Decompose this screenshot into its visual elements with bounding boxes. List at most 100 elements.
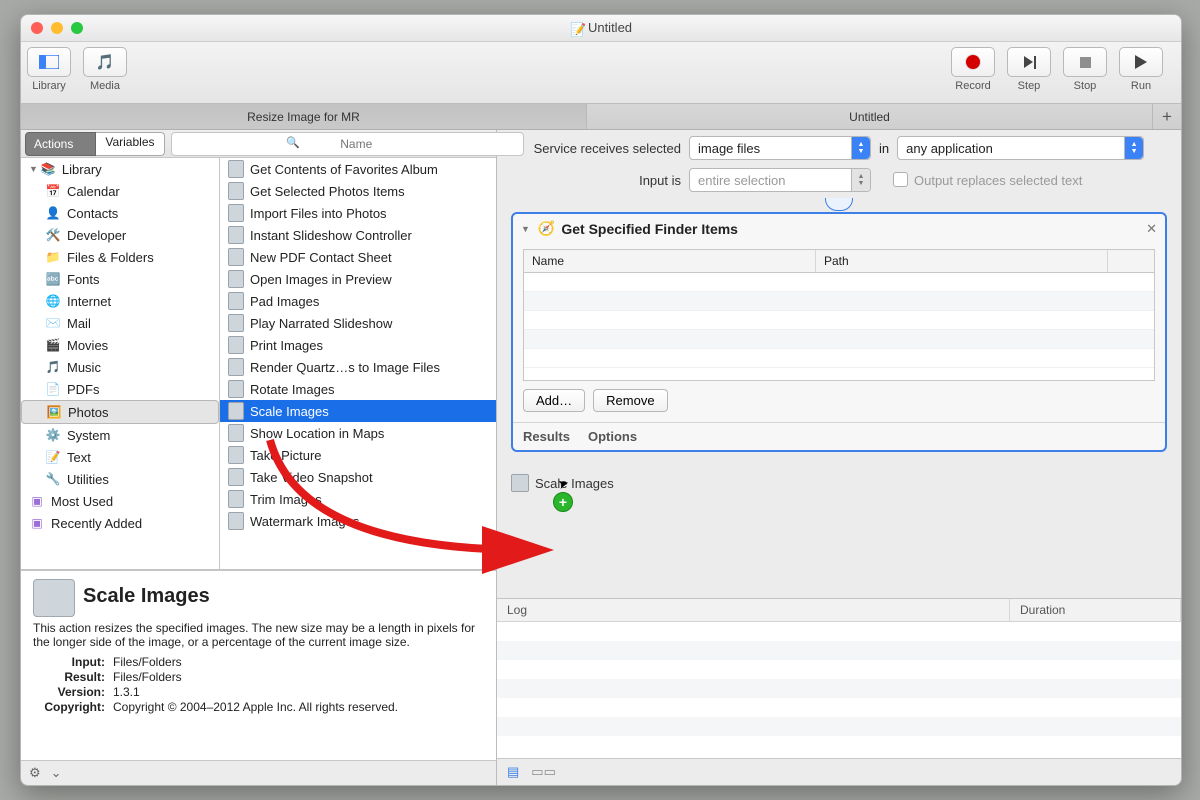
tab-untitled[interactable]: Untitled [587, 104, 1153, 129]
flow-view-icon[interactable]: ▭▭ [531, 764, 556, 780]
library-root[interactable]: ▼📚Library [21, 158, 219, 180]
list-view-icon[interactable]: ▤ [507, 764, 519, 780]
plus-badge-icon: + [553, 492, 573, 512]
options-tab[interactable]: Options [588, 429, 637, 444]
finder-icon: 🧭 [538, 220, 555, 237]
action-description: Scale Images This action resizes the spe… [21, 570, 496, 760]
library-item[interactable]: 🎵Music [21, 356, 219, 378]
drag-label: Scale Images [535, 476, 614, 491]
search-field[interactable]: 🔍 [171, 132, 493, 156]
run-button[interactable] [1119, 47, 1163, 77]
service-config: Service receives selected image files▲▼ … [497, 130, 1181, 198]
tab-resize-image[interactable]: Resize Image for MR [21, 104, 587, 129]
output-replaces-checkbox[interactable]: Output replaces selected text [893, 172, 1082, 188]
new-tab-button[interactable]: + [1153, 104, 1181, 129]
log-header-log[interactable]: Log [497, 599, 1010, 621]
action-list-item[interactable]: Pad Images [220, 290, 496, 312]
gear-icon[interactable]: ⚙︎ [29, 765, 41, 781]
action-list-item[interactable]: Rotate Images [220, 378, 496, 400]
titlebar: 📝Untitled [21, 15, 1181, 42]
action-list-item[interactable]: Open Images in Preview [220, 268, 496, 290]
action-list-item[interactable]: Take Picture [220, 444, 496, 466]
step-button[interactable] [1007, 47, 1051, 77]
workflow-panel: Service receives selected image files▲▼ … [497, 130, 1181, 785]
workflow-flow[interactable]: ▼ 🧭 Get Specified Finder Items ✕ Name Pa… [497, 198, 1181, 598]
library-item[interactable]: ⚙️System [21, 424, 219, 446]
library-tree[interactable]: ▼📚Library📅Calendar👤Contacts🛠️Developer📁F… [21, 158, 220, 569]
library-item[interactable]: 🌐Internet [21, 290, 219, 312]
action-list-item[interactable]: Import Files into Photos [220, 202, 496, 224]
library-mode-segmented: Actions Variables [25, 132, 165, 156]
document-tabs: Resize Image for MR Untitled + [21, 104, 1181, 130]
library-item[interactable]: 👤Contacts [21, 202, 219, 224]
action-list-item[interactable]: Render Quartz…s to Image Files [220, 356, 496, 378]
library-smart-item[interactable]: ▣Recently Added [21, 512, 219, 534]
stop-label: Stop [1074, 80, 1097, 92]
zoom-icon[interactable] [71, 22, 83, 34]
app-window: 📝Untitled Library 🎵 Media Record Step St… [20, 14, 1182, 786]
library-item[interactable]: 📝Text [21, 446, 219, 468]
expand-icon[interactable]: ⌄ [51, 765, 62, 781]
action-title: Get Specified Finder Items [561, 221, 738, 237]
log-header-duration[interactable]: Duration [1010, 599, 1181, 621]
window-title: Untitled [588, 20, 632, 35]
checkbox-icon [893, 172, 908, 187]
library-toggle-button[interactable] [27, 47, 71, 77]
receives-select[interactable]: image files▲▼ [689, 136, 871, 160]
action-list-item[interactable]: Watermark Images [220, 510, 496, 532]
description-body: This action resizes the specified images… [33, 621, 484, 649]
media-button[interactable]: 🎵 [83, 47, 127, 77]
results-tab[interactable]: Results [523, 429, 570, 444]
action-list-item[interactable]: Get Selected Photos Items [220, 180, 496, 202]
record-label: Record [955, 80, 990, 92]
actions-list[interactable]: Get Contents of Favorites AlbumGet Selec… [220, 158, 496, 569]
library-footer: ⚙︎ ⌄ [21, 760, 496, 785]
library-item[interactable]: 🔤Fonts [21, 268, 219, 290]
record-icon [966, 55, 980, 69]
library-item[interactable]: 🖼️Photos [21, 400, 219, 424]
preview-app-icon [33, 579, 75, 617]
action-list-item[interactable]: Play Narrated Slideshow [220, 312, 496, 334]
library-item[interactable]: 🎬Movies [21, 334, 219, 356]
media-label: Media [90, 80, 120, 92]
library-item[interactable]: 🔧Utilities [21, 468, 219, 490]
action-list-item[interactable]: New PDF Contact Sheet [220, 246, 496, 268]
library-item[interactable]: 📅Calendar [21, 180, 219, 202]
action-list-item[interactable]: Take Video Snapshot [220, 466, 496, 488]
close-action-button[interactable]: ✕ [1146, 221, 1157, 237]
action-get-specified-finder-items[interactable]: ▼ 🧭 Get Specified Finder Items ✕ Name Pa… [511, 212, 1167, 452]
library-item[interactable]: ✉️Mail [21, 312, 219, 334]
in-select[interactable]: any application▲▼ [897, 136, 1144, 160]
record-button[interactable] [951, 47, 995, 77]
flow-connector [511, 198, 1167, 212]
remove-button[interactable]: Remove [593, 389, 667, 412]
actions-segment[interactable]: Actions [25, 132, 96, 156]
disclosure-triangle-icon[interactable]: ▼ [521, 224, 530, 234]
close-icon[interactable] [31, 22, 43, 34]
library-item[interactable]: 📁Files & Folders [21, 246, 219, 268]
inputis-label: Input is [511, 173, 681, 188]
action-list-item[interactable]: Scale Images [220, 400, 496, 422]
action-list-item[interactable]: Instant Slideshow Controller [220, 224, 496, 246]
library-item[interactable]: 📄PDFs [21, 378, 219, 400]
stop-button[interactable] [1063, 47, 1107, 77]
search-input[interactable] [171, 132, 525, 156]
add-button[interactable]: Add… [523, 389, 585, 412]
variables-segment[interactable]: Variables [96, 132, 164, 156]
step-icon [1024, 56, 1033, 68]
action-list-item[interactable]: Show Location in Maps [220, 422, 496, 444]
action-list-item[interactable]: Trim Images [220, 488, 496, 510]
finder-items-table[interactable]: Name Path [523, 249, 1155, 381]
inputis-select[interactable]: entire selection▲▼ [689, 168, 871, 192]
action-list-item[interactable]: Get Contents of Favorites Album [220, 158, 496, 180]
minimize-icon[interactable] [51, 22, 63, 34]
action-list-item[interactable]: Print Images [220, 334, 496, 356]
workflow-footer: ▤ ▭▭ [497, 758, 1181, 785]
step-label: Step [1018, 80, 1041, 92]
library-item[interactable]: 🛠️Developer [21, 224, 219, 246]
search-icon: 🔍 [286, 136, 300, 149]
col-path[interactable]: Path [816, 250, 1108, 272]
library-smart-item[interactable]: ▣Most Used [21, 490, 219, 512]
col-name[interactable]: Name [524, 250, 816, 272]
description-title: Scale Images [83, 585, 210, 608]
